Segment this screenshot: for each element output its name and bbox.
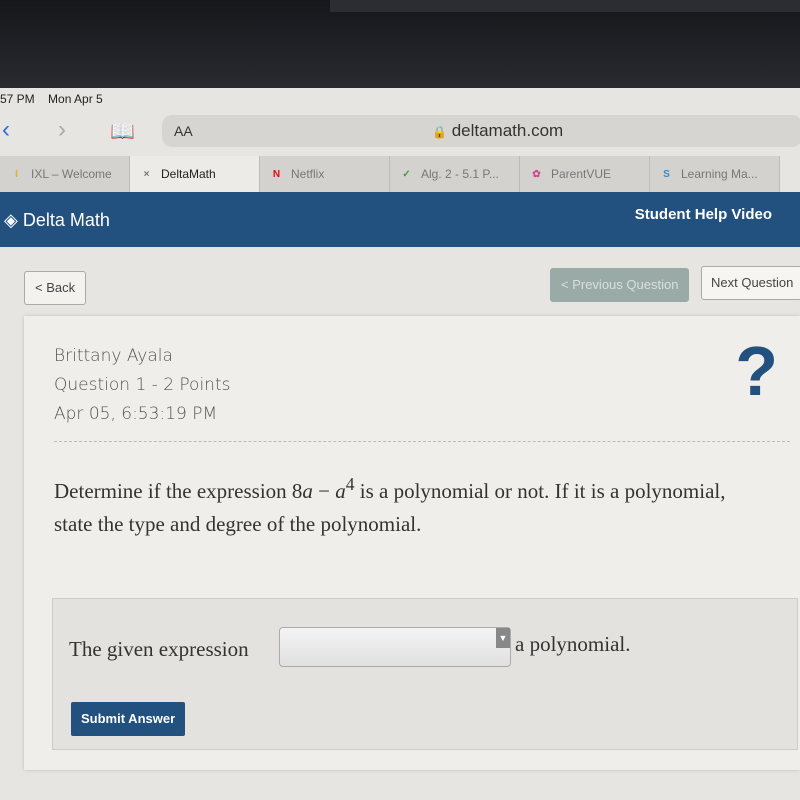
status-bar: 57 PM Mon Apr 5: [0, 92, 113, 106]
lock-icon: 🔒: [432, 125, 447, 139]
tab-label: IXL – Welcome: [31, 167, 112, 181]
graduation-cap-icon: ◈: [4, 210, 18, 230]
address-bar[interactable]: AA 🔒 deltamath.com: [162, 115, 800, 147]
dropdown-arrow-icon: ▼: [496, 628, 510, 648]
netflix-icon: N: [272, 168, 281, 180]
divider: [54, 441, 790, 442]
tab-schoology[interactable]: S Learning Ma...: [650, 156, 780, 192]
next-question-button[interactable]: Next Question: [701, 266, 800, 300]
close-icon: ×: [143, 168, 150, 180]
text-size-button[interactable]: AA: [174, 123, 193, 139]
polynomial-select[interactable]: ▼: [279, 627, 511, 667]
screen: 57 PM Mon Apr 5 ‹ › 📖 AA 🔒 deltamath.com…: [0, 88, 800, 800]
tab-netflix[interactable]: N Netflix: [260, 156, 390, 192]
schoology-icon: S: [663, 168, 670, 180]
tab-label: Netflix: [291, 167, 325, 181]
question-points: Question 1 - 2 Points: [54, 375, 231, 395]
tab-label: ParentVUE: [551, 167, 612, 181]
url-text: deltamath.com: [451, 121, 564, 140]
deltamath-logo[interactable]: ◈ Delta Math: [4, 210, 110, 231]
status-date: Mon Apr 5: [48, 92, 103, 106]
student-name: Brittany Ayala: [54, 346, 173, 366]
help-question-icon[interactable]: ?: [735, 336, 778, 406]
ixl-icon: I: [15, 168, 18, 180]
classroom-icon: ✓: [402, 168, 411, 180]
parentvue-icon: ✿: [532, 168, 541, 180]
tab-label: DeltaMath: [161, 167, 216, 181]
tab-label: Alg. 2 - 5.1 P...: [421, 167, 499, 181]
tab-ixl[interactable]: I IXL – Welcome: [0, 156, 130, 192]
app-header: ◈ Delta Math Student Help Video: [0, 192, 800, 247]
tab-bar: I IXL – Welcome × DeltaMath N Netflix ✓ Alg. 2 …: [0, 156, 800, 192]
bookmarks-icon[interactable]: 📖: [110, 119, 135, 144]
problem-text: Determine if the expression 8a − a4 is a…: [54, 474, 726, 536]
previous-question-button[interactable]: < Previous Question: [550, 268, 690, 302]
tab-parentvue[interactable]: ✿ ParentVUE: [520, 156, 650, 192]
answer-suffix: a polynomial.: [515, 632, 631, 656]
question-timestamp: Apr 05, 6:53:19 PM: [54, 404, 218, 424]
tab-classroom[interactable]: ✓ Alg. 2 - 5.1 P...: [390, 156, 520, 192]
back-button[interactable]: < Back: [24, 271, 87, 305]
device-bezel: [0, 0, 800, 92]
browser-toolbar: ‹ › 📖 AA 🔒 deltamath.com: [0, 110, 800, 150]
answer-area: The given expression ▼ a polynomial. Sub…: [52, 598, 798, 750]
question-card: Brittany Ayala Question 1 - 2 Points Apr…: [24, 316, 800, 770]
status-time: 57 PM: [0, 92, 35, 106]
answer-prefix: The given expression: [69, 637, 249, 661]
submit-answer-button[interactable]: Submit Answer: [71, 702, 186, 736]
back-arrow-icon[interactable]: ‹: [2, 116, 10, 144]
tab-label: Learning Ma...: [681, 167, 758, 181]
student-help-video-link[interactable]: Student Help Video: [635, 206, 772, 223]
tab-close[interactable]: × DeltaMath: [130, 156, 260, 192]
forward-arrow-icon[interactable]: ›: [58, 116, 66, 144]
